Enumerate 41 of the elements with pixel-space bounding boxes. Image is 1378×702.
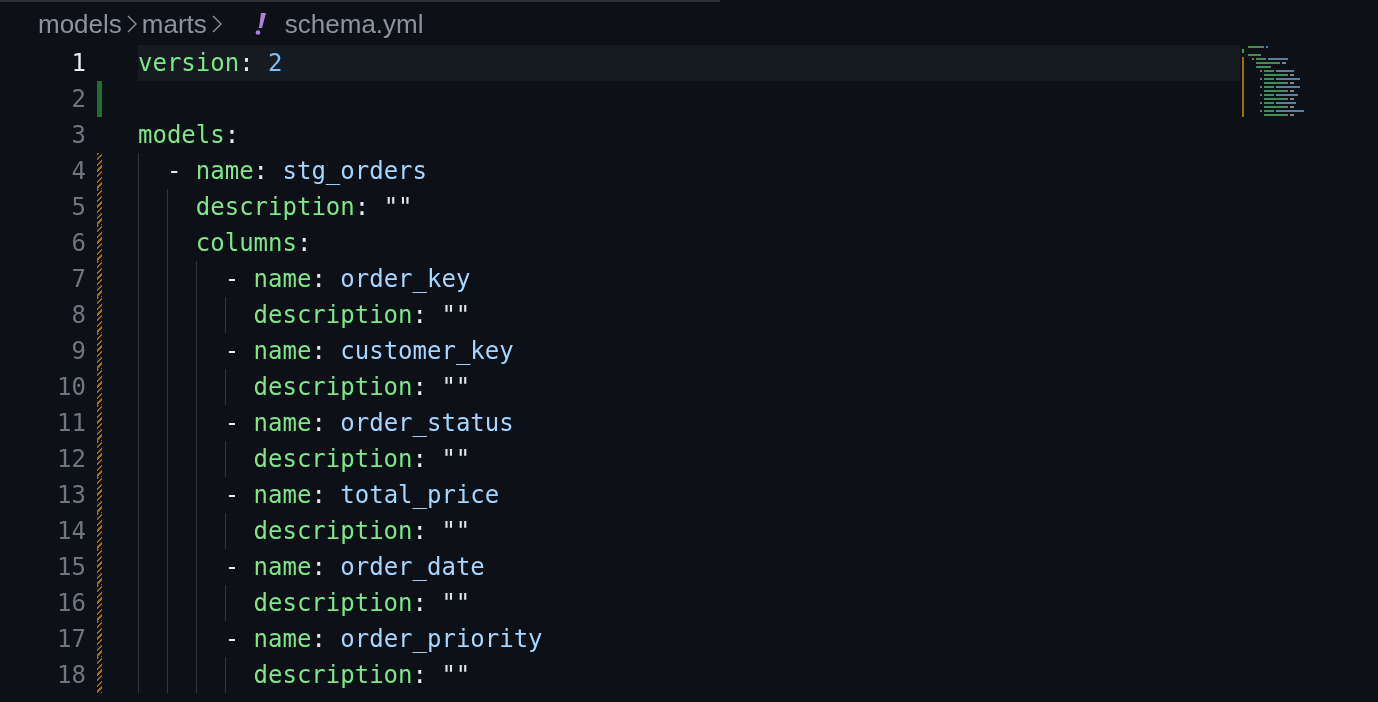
- breadcrumb-item[interactable]: schema.yml: [254, 8, 424, 39]
- line-number: 6: [71, 229, 86, 257]
- code-line: columns:: [195, 229, 312, 257]
- line-number: 2: [71, 85, 86, 113]
- code-line: description: "": [253, 301, 471, 329]
- code-line: description: "": [253, 373, 471, 401]
- code-line: description: "": [253, 517, 471, 545]
- code-line: version: 2: [138, 49, 283, 77]
- code-line: models:: [138, 121, 240, 149]
- line-number: 3: [71, 121, 86, 149]
- code-line: - name: order_date: [224, 553, 485, 581]
- line-number: 4: [71, 157, 86, 185]
- line-number: 8: [71, 301, 86, 329]
- code-line: - name: order_key: [224, 265, 471, 293]
- line-number: 5: [71, 193, 86, 221]
- code-line: - name: customer_key: [224, 337, 514, 365]
- code-line: - name: total_price: [224, 481, 500, 509]
- code-line: description: "": [253, 445, 471, 473]
- chevron-right-icon: [211, 14, 222, 33]
- line-number: 15: [57, 553, 86, 581]
- line-number: 1: [71, 49, 86, 77]
- exclamation-icon: [254, 12, 266, 35]
- code-line: - name: stg_orders: [166, 157, 427, 185]
- line-number: 10: [57, 373, 86, 401]
- code-line: description: "": [253, 589, 471, 617]
- code-line: description: "": [253, 661, 471, 689]
- line-number: 17: [57, 625, 86, 653]
- line-number: 13: [57, 481, 86, 509]
- line-number: 16: [57, 589, 86, 617]
- line-number: 11: [57, 409, 86, 437]
- line-number: 14: [57, 517, 86, 545]
- breadcrumb-item[interactable]: models: [38, 8, 122, 39]
- line-number: 12: [57, 445, 86, 473]
- line-number: 9: [71, 337, 86, 365]
- breadcrumb-item[interactable]: marts: [141, 8, 207, 39]
- code-line: - name: order_priority: [224, 625, 543, 653]
- line-number: 18: [57, 661, 86, 689]
- code-line: description: "": [195, 193, 413, 221]
- chevron-right-icon: [126, 14, 137, 33]
- line-number: 7: [71, 265, 86, 293]
- code-line: - name: order_status: [224, 409, 514, 437]
